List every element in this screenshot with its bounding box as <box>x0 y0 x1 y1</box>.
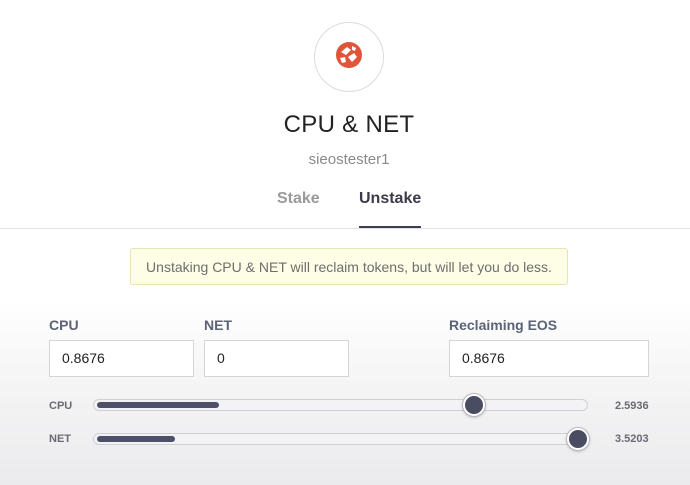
cpu-slider-track[interactable] <box>93 399 588 411</box>
reclaiming-eos-input[interactable]: 0.8676 <box>449 340 649 377</box>
cpu-amount-input[interactable]: 0.8676 <box>49 340 194 377</box>
net-slider-track[interactable] <box>93 433 588 445</box>
net-slider-label: NET <box>49 433 71 445</box>
cpu-label: CPU <box>49 317 79 333</box>
unstake-notice: Unstaking CPU & NET will reclaim tokens,… <box>130 248 568 285</box>
account-name: sieostester1 <box>308 151 390 168</box>
cpu-slider-label: CPU <box>49 400 73 412</box>
cpu-max-value: 2.5936 <box>615 400 649 412</box>
reclaiming-eos-label: Reclaiming EOS <box>449 317 558 333</box>
tab-unstake[interactable]: Unstake <box>359 190 421 208</box>
eos-network-logo-icon <box>334 40 364 75</box>
panel-header: CPU & NET sieostester1 Stake Unstake <box>0 0 690 229</box>
net-amount-input[interactable]: 0 <box>204 340 349 377</box>
net-max-value: 3.5203 <box>615 433 649 445</box>
page-title: CPU & NET <box>283 111 415 138</box>
cpu-net-panel: CPU & NET sieostester1 Stake Unstake Uns… <box>0 0 690 485</box>
net-slider-thumb[interactable] <box>567 428 589 450</box>
tab-stake[interactable]: Stake <box>277 190 320 208</box>
net-slider-fill <box>97 436 175 442</box>
cpu-slider-fill <box>97 402 219 408</box>
logo-badge <box>314 22 384 92</box>
net-label: NET <box>204 317 232 333</box>
cpu-slider-thumb[interactable] <box>463 394 485 416</box>
